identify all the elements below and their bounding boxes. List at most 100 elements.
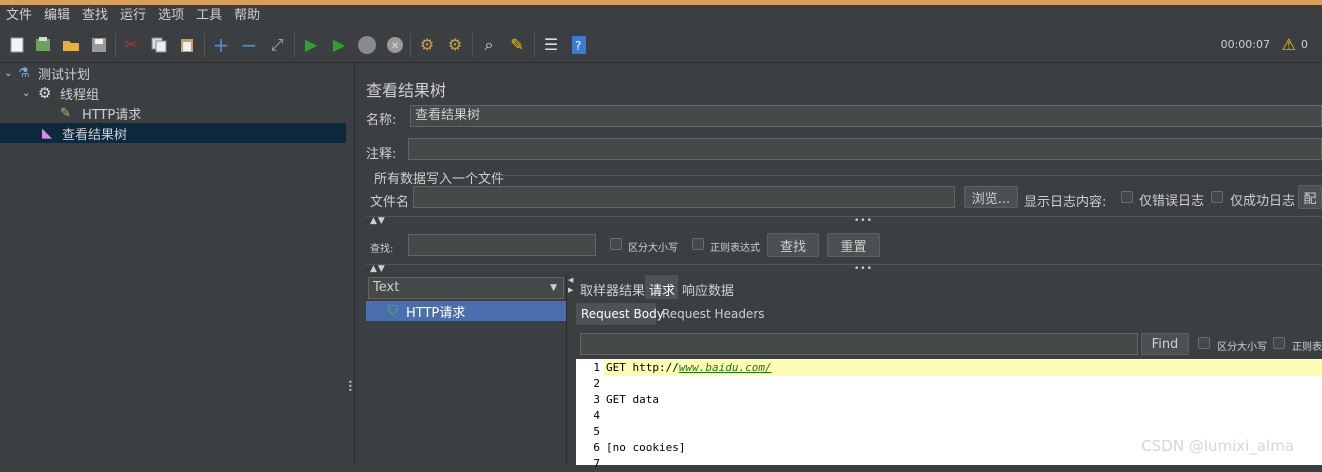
- body-case-label: 区分大小写: [1217, 342, 1267, 353]
- errors-only-checkbox[interactable]: [1121, 191, 1133, 203]
- tab-sampler-result[interactable]: 取样器结果: [580, 280, 645, 299]
- svg-text:✕: ✕: [391, 41, 399, 52]
- templates-icon[interactable]: [32, 34, 54, 56]
- function-helper-icon[interactable]: ☰: [540, 34, 562, 56]
- success-shield-icon: ⛉: [388, 303, 398, 319]
- subtab-request-headers[interactable]: Request Headers: [662, 307, 765, 321]
- line-number: 7: [593, 457, 600, 470]
- search-input[interactable]: [408, 234, 596, 256]
- body-regex-checkbox[interactable]: [1273, 337, 1285, 349]
- line-number: 2: [593, 377, 600, 390]
- chevron-down-icon[interactable]: ⌄: [22, 88, 38, 99]
- results-tree-icon: ◣: [42, 125, 52, 141]
- start-icon[interactable]: ▶: [300, 34, 322, 56]
- tree-item-label: HTTP请求: [82, 107, 142, 123]
- http-sampler-icon: ✎: [60, 105, 71, 121]
- renderer-select[interactable]: Text ▼: [368, 277, 564, 299]
- success-only-checkbox[interactable]: [1211, 191, 1223, 203]
- line-number: 4: [593, 409, 600, 422]
- code-link[interactable]: www.baidu.com/: [679, 361, 772, 374]
- find-button[interactable]: 查找: [767, 233, 819, 257]
- body-case-checkbox[interactable]: [1198, 337, 1210, 349]
- menu-options[interactable]: 选项: [152, 5, 190, 27]
- menu-run[interactable]: 运行: [114, 5, 152, 27]
- divider-grip-icon[interactable]: •••: [854, 264, 873, 274]
- renderer-value: Text: [373, 280, 400, 295]
- shutdown-icon[interactable]: ✕: [384, 34, 406, 56]
- case-sensitive-label: 区分大小写: [628, 243, 678, 254]
- tree-item-test-plan[interactable]: ⌄ ⚗ 测试计划: [4, 63, 344, 83]
- tree-item-thread-group[interactable]: ⌄ ⚙ 线程组: [22, 83, 344, 103]
- menu-edit[interactable]: 编辑: [38, 5, 76, 27]
- copy-icon[interactable]: [148, 34, 170, 56]
- code-line: GET http://www.baidu.com/: [606, 360, 772, 376]
- line-number: 6: [593, 441, 600, 454]
- collapse-arrows-icon[interactable]: ▲▼: [370, 264, 386, 274]
- menu-tools[interactable]: 工具: [190, 5, 228, 27]
- new-icon[interactable]: [6, 34, 28, 56]
- stop-icon[interactable]: [356, 34, 378, 56]
- toggle-icon[interactable]: ⤢: [266, 34, 288, 56]
- body-find-button[interactable]: Find: [1141, 333, 1189, 355]
- results-splitter[interactable]: ◀ ▶: [566, 275, 575, 465]
- help-icon[interactable]: ?: [568, 34, 590, 56]
- elapsed-timer: 00:00:07: [1220, 38, 1270, 51]
- tree-item-label: 线程组: [60, 87, 100, 103]
- regex-label: 正则表达式: [710, 243, 760, 254]
- clear-icon[interactable]: ⚙: [416, 34, 438, 56]
- subtab-request-body[interactable]: Request Body: [581, 307, 664, 321]
- cut-icon[interactable]: ✂: [120, 34, 142, 56]
- expand-icon[interactable]: +: [210, 34, 232, 56]
- dropdown-arrow-icon: ▼: [550, 283, 557, 293]
- reset-search-icon[interactable]: ✎: [506, 34, 528, 56]
- toolbar: ✂ + − ⤢ ▶ ▶ ✕ ⚙ ⚙ ⌕ ✎ ☰ ?: [0, 27, 1322, 63]
- comment-label: 注释:: [366, 147, 397, 162]
- tab-request[interactable]: 请求: [649, 280, 675, 299]
- tab-response-data[interactable]: 响应数据: [682, 280, 734, 299]
- chevron-down-icon[interactable]: ⌄: [4, 68, 18, 79]
- code-text: GET http://: [606, 361, 679, 374]
- menu-file[interactable]: 文件: [0, 5, 38, 27]
- line-number: 1: [593, 361, 600, 374]
- watermark: CSDN @lumixi_alma: [1141, 437, 1294, 455]
- menu-search[interactable]: 查找: [76, 5, 114, 27]
- start-no-pause-icon[interactable]: ▶: [328, 34, 350, 56]
- test-plan-icon: ⚗: [18, 65, 30, 81]
- file-group-title: 所有数据写入一个文件: [374, 172, 505, 187]
- menu-bar: 文件 编辑 查找 运行 选项 工具 帮助: [0, 5, 1322, 27]
- collapse-icon[interactable]: −: [238, 34, 260, 56]
- search-label: 查找:: [370, 244, 394, 255]
- warning-icon[interactable]: ⚠: [1282, 35, 1296, 54]
- comment-input[interactable]: [408, 138, 1322, 160]
- tree-splitter[interactable]: • • •: [346, 63, 355, 465]
- tree-item-label: 查看结果树: [62, 127, 128, 143]
- name-label: 名称:: [366, 113, 397, 128]
- sample-label: HTTP请求: [406, 305, 466, 321]
- code-line: GET data: [606, 393, 659, 406]
- configure-button[interactable]: 配: [1298, 185, 1322, 209]
- menu-help[interactable]: 帮助: [228, 5, 266, 27]
- sample-result-item[interactable]: ⛉ HTTP请求: [366, 301, 566, 321]
- tree-item-http-request[interactable]: ✎ HTTP请求: [60, 103, 344, 123]
- name-input[interactable]: 查看结果树: [410, 105, 1322, 127]
- clear-all-icon[interactable]: ⚙: [444, 34, 466, 56]
- open-icon[interactable]: [60, 34, 82, 56]
- body-regex-label: 正则表: [1292, 342, 1322, 353]
- file-input[interactable]: [413, 186, 955, 208]
- regex-checkbox[interactable]: [692, 238, 704, 250]
- save-icon[interactable]: [88, 34, 110, 56]
- code-line: [no cookies]: [606, 441, 686, 454]
- success-only-label: 仅成功日志: [1230, 194, 1296, 209]
- file-label: 文件名: [370, 195, 410, 210]
- collapse-arrows-icon[interactable]: ▲▼: [370, 216, 386, 226]
- warning-count: 0: [1301, 38, 1308, 51]
- paste-icon[interactable]: [176, 34, 198, 56]
- tree-item-results-tree[interactable]: ◣ 查看结果树: [0, 123, 346, 143]
- browse-button[interactable]: 浏览...: [964, 186, 1018, 208]
- search-icon[interactable]: ⌕: [478, 34, 500, 56]
- errors-only-label: 仅错误日志: [1139, 194, 1205, 209]
- case-sensitive-checkbox[interactable]: [610, 238, 622, 250]
- divider-grip-icon[interactable]: •••: [854, 216, 873, 226]
- reset-button[interactable]: 重置: [827, 233, 880, 257]
- body-find-input[interactable]: [580, 333, 1138, 355]
